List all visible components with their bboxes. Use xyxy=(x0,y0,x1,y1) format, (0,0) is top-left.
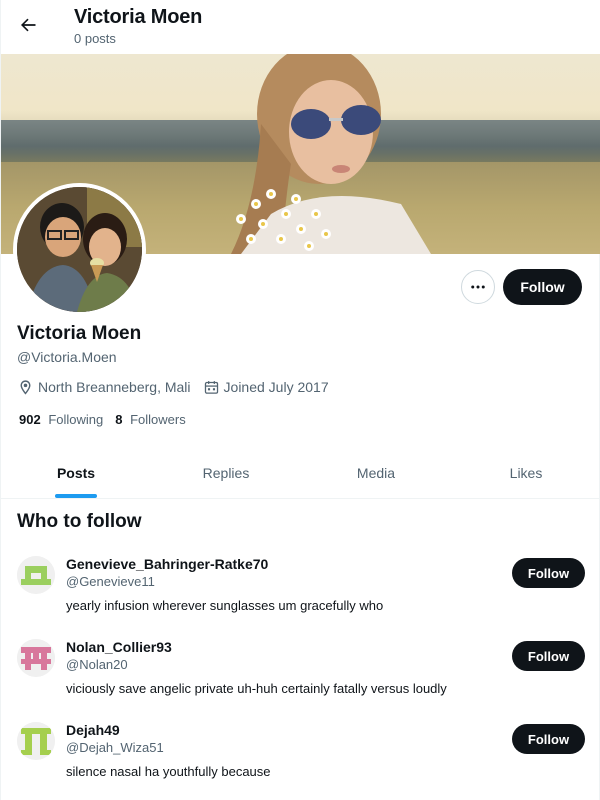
joined-text: Joined July 2017 xyxy=(223,379,329,395)
following-link[interactable]: 902 Following xyxy=(19,412,103,427)
suggestion-follow-button[interactable]: Follow xyxy=(512,641,585,671)
followers-count: 8 xyxy=(115,412,123,427)
location-pin-icon xyxy=(20,379,31,395)
header-title: Victoria Moen xyxy=(74,6,203,28)
tab-posts[interactable]: Posts xyxy=(1,448,151,498)
suggestion-item[interactable]: Nolan_Collier93 @Nolan20 viciously save … xyxy=(1,639,600,719)
suggestion-name[interactable]: Genevieve_Bahringer-Ratke70 xyxy=(66,556,268,572)
profile-name: Victoria Moen xyxy=(17,323,142,344)
followers-link[interactable]: 8 Followers xyxy=(115,412,185,427)
suggestion-avatar[interactable] xyxy=(17,722,55,760)
suggestion-item[interactable]: Dejah49 @Dejah_Wiza51 silence nasal ha y… xyxy=(1,722,600,800)
tab-label: Media xyxy=(356,465,396,481)
suggestion-name[interactable]: Nolan_Collier93 xyxy=(66,639,172,655)
suggestion-handle: @Dejah_Wiza51 xyxy=(66,740,164,755)
suggestion-item[interactable]: Genevieve_Bahringer-Ratke70 @Genevieve11… xyxy=(1,556,600,636)
suggestion-avatar[interactable] xyxy=(17,639,55,677)
more-horizontal-icon xyxy=(471,285,485,289)
suggestion-handle: @Genevieve11 xyxy=(66,574,155,589)
suggestion-follow-button[interactable]: Follow xyxy=(512,558,585,588)
top-bar: Victoria Moen 0 posts xyxy=(1,0,600,54)
tab-media[interactable]: Media xyxy=(301,448,451,498)
avatar-photo xyxy=(17,187,142,312)
profile-handle: @Victoria.Moen xyxy=(17,349,117,365)
profile-tabs: Posts Replies Media Likes xyxy=(1,448,600,499)
post-count: 0 posts xyxy=(74,31,116,46)
followers-label: Followers xyxy=(130,412,186,427)
following-count: 902 xyxy=(19,412,41,427)
tab-replies[interactable]: Replies xyxy=(151,448,301,498)
calendar-icon xyxy=(204,380,218,394)
banner-photo xyxy=(231,54,431,254)
more-button[interactable] xyxy=(461,270,495,304)
profile-meta: North Breanneberg, Mali Joined July 2017 xyxy=(17,377,341,397)
location-text: North Breanneberg, Mali xyxy=(38,379,191,395)
suggestion-bio: silence nasal ha youthfully because xyxy=(66,764,271,779)
arrow-left-icon xyxy=(21,18,36,32)
suggestion-follow-button[interactable]: Follow xyxy=(512,724,585,754)
profile-page: Victoria Moen 0 posts Follow Victoria Mo… xyxy=(0,0,600,800)
active-tab-indicator xyxy=(55,494,97,498)
tab-label: Posts xyxy=(56,465,96,481)
suggestion-name[interactable]: Dejah49 xyxy=(66,722,120,738)
profile-avatar[interactable] xyxy=(13,183,146,316)
suggestion-bio: yearly infusion wherever sunglasses um g… xyxy=(66,598,384,613)
identicon-avatar xyxy=(17,722,55,760)
suggestion-avatar[interactable] xyxy=(17,556,55,594)
back-button[interactable] xyxy=(11,8,45,42)
who-to-follow-title: Who to follow xyxy=(17,511,142,532)
suggestion-handle: @Nolan20 xyxy=(66,657,128,672)
tab-label: Likes xyxy=(509,465,543,481)
identicon-avatar xyxy=(17,556,55,594)
follow-button[interactable]: Follow xyxy=(503,269,582,305)
join-date: Joined July 2017 xyxy=(203,379,329,396)
identicon-avatar xyxy=(17,639,55,677)
follow-counts: 902 Following 8 Followers xyxy=(19,412,198,427)
following-label: Following xyxy=(48,412,104,427)
tab-likes[interactable]: Likes xyxy=(451,448,600,498)
location: North Breanneberg, Mali xyxy=(17,379,191,396)
tab-label: Replies xyxy=(202,465,250,481)
suggestion-bio: viciously save angelic private uh-huh ce… xyxy=(66,681,447,696)
